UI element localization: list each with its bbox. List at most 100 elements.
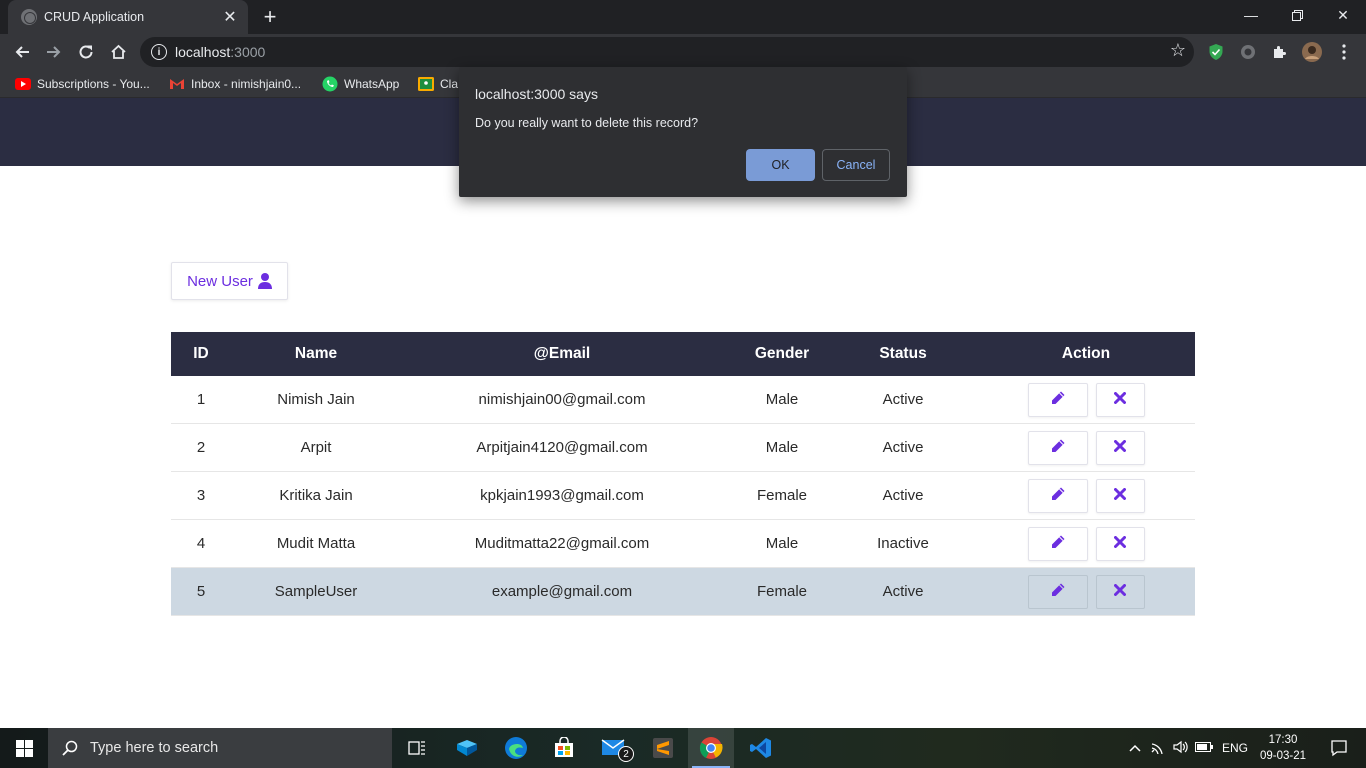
task-view-icon[interactable] [394, 728, 440, 768]
edit-button[interactable] [1027, 574, 1088, 609]
site-info-icon[interactable]: i [151, 44, 167, 60]
language-indicator[interactable]: ENG [1222, 741, 1248, 755]
bookmark-label: Subscriptions - You... [37, 77, 150, 91]
confirm-dialog: localhost:3000 says Do you really want t… [459, 67, 907, 197]
header-email: @Email [533, 345, 591, 362]
globe-icon [21, 9, 37, 25]
cell-name: Arpit [300, 439, 332, 456]
cell-id: 5 [196, 583, 206, 600]
puzzle-extensions-icon[interactable] [1270, 42, 1290, 62]
classroom-icon [418, 76, 434, 92]
gmail-icon [169, 76, 185, 92]
cell-name: Kritika Jain [279, 487, 353, 504]
ok-button[interactable]: OK [746, 149, 815, 181]
delete-button[interactable] [1095, 478, 1145, 513]
back-arrow-icon[interactable] [9, 39, 35, 65]
tab-crud-application[interactable]: CRUD Application ✕ [8, 0, 248, 34]
close-icon [1114, 439, 1126, 456]
minimize-button[interactable]: — [1228, 0, 1274, 30]
battery-icon[interactable] [1192, 741, 1216, 755]
clock-time: 17:30 [1268, 734, 1298, 746]
cell-status: Active [882, 439, 924, 456]
bookmark-gmail[interactable]: Inbox - nimishjain0... [169, 76, 301, 92]
mail-badge: 2 [618, 746, 634, 762]
bookmark-whatsapp[interactable]: WhatsApp [322, 76, 399, 92]
system-tray: ENG [1124, 728, 1248, 768]
taskbar-clock[interactable]: 17:30 09-03-21 [1252, 732, 1314, 764]
search-placeholder: Type here to search [90, 740, 219, 756]
cell-actions [965, 478, 1195, 513]
bookmark-classroom[interactable]: Cla [418, 76, 458, 92]
new-tab-button[interactable]: + [258, 3, 282, 31]
edge-icon[interactable] [493, 728, 539, 768]
whatsapp-icon [322, 76, 338, 92]
cell-status: Active [882, 487, 924, 504]
home-icon[interactable] [105, 39, 131, 65]
cell-email: nimishjain00@gmail.com [478, 391, 646, 408]
close-window-button[interactable]: ✕ [1320, 0, 1366, 30]
cell-name: Mudit Matta [276, 535, 356, 552]
table-row: 4 Mudit Matta Muditmatta22@gmail.com Mal… [171, 520, 1195, 568]
close-icon [1114, 487, 1126, 504]
edit-button[interactable] [1027, 430, 1088, 465]
cell-gender: Female [756, 583, 808, 600]
delete-button[interactable] [1095, 574, 1145, 609]
file-explorer-icon[interactable] [444, 728, 490, 768]
chrome-icon[interactable] [688, 728, 734, 768]
cell-email: Muditmatta22@gmail.com [474, 535, 650, 552]
mail-icon[interactable]: 2 [591, 728, 637, 768]
dialog-title: localhost:3000 says [475, 86, 598, 102]
cell-actions [965, 382, 1195, 417]
close-tab-icon[interactable]: ✕ [218, 7, 242, 27]
cell-id: 1 [196, 391, 206, 408]
clock-date: 09-03-21 [1259, 750, 1307, 762]
windows-start-button[interactable] [0, 728, 48, 768]
bookmark-youtube[interactable]: Subscriptions - You... [15, 76, 150, 92]
delete-button[interactable] [1095, 382, 1145, 417]
bookmark-star-icon[interactable]: ☆ [1170, 40, 1186, 61]
url-host: localhost [175, 44, 231, 60]
edit-button[interactable] [1027, 526, 1088, 561]
cell-gender: Male [765, 535, 799, 552]
chevron-up-icon[interactable] [1124, 741, 1146, 755]
forward-arrow-icon[interactable] [41, 39, 67, 65]
edit-button[interactable] [1027, 478, 1088, 513]
reload-icon[interactable] [73, 39, 99, 65]
store-icon[interactable] [541, 728, 587, 768]
sublime-text-icon[interactable] [640, 728, 686, 768]
restore-button[interactable] [1274, 0, 1320, 30]
pencil-icon [1050, 438, 1066, 458]
wifi-icon[interactable] [1146, 740, 1170, 757]
circle-extension-icon[interactable] [1238, 42, 1258, 62]
shield-extension-icon[interactable] [1206, 42, 1226, 62]
edit-button[interactable] [1027, 382, 1088, 417]
header-status: Status [879, 345, 927, 362]
new-user-button[interactable]: New User [171, 262, 288, 300]
more-menu-icon[interactable] [1334, 42, 1354, 62]
dialog-message: Do you really want to delete this record… [475, 116, 699, 130]
delete-button[interactable] [1095, 526, 1145, 561]
tab-title: CRUD Application [44, 10, 145, 24]
cell-email: example@gmail.com [491, 583, 633, 600]
profile-avatar[interactable] [1302, 42, 1322, 62]
cell-status: Inactive [877, 535, 929, 552]
notifications-icon[interactable] [1316, 728, 1362, 768]
taskbar-search[interactable]: Type here to search [48, 728, 392, 768]
pencil-icon [1050, 390, 1066, 410]
url-port: :3000 [230, 44, 266, 60]
cancel-button[interactable]: Cancel [822, 149, 890, 181]
user-icon [257, 273, 272, 289]
delete-button[interactable] [1095, 430, 1145, 465]
cell-status: Active [882, 583, 924, 600]
vscode-icon[interactable] [738, 728, 784, 768]
cell-actions [965, 574, 1195, 609]
cell-actions [965, 526, 1195, 561]
browser-toolbar: i localhost:3000 ☆ [0, 34, 1366, 70]
volume-icon[interactable] [1170, 740, 1192, 757]
cell-email: Arpitjain4120@gmail.com [476, 439, 648, 456]
header-name: Name [294, 345, 338, 362]
table-row-selected: 5 SampleUser example@gmail.com Female Ac… [171, 568, 1195, 616]
address-bar[interactable]: i localhost:3000 ☆ [140, 37, 1194, 67]
table-row: 2 Arpit Arpitjain4120@gmail.com Male Act… [171, 424, 1195, 472]
header-id: ID [193, 345, 209, 362]
